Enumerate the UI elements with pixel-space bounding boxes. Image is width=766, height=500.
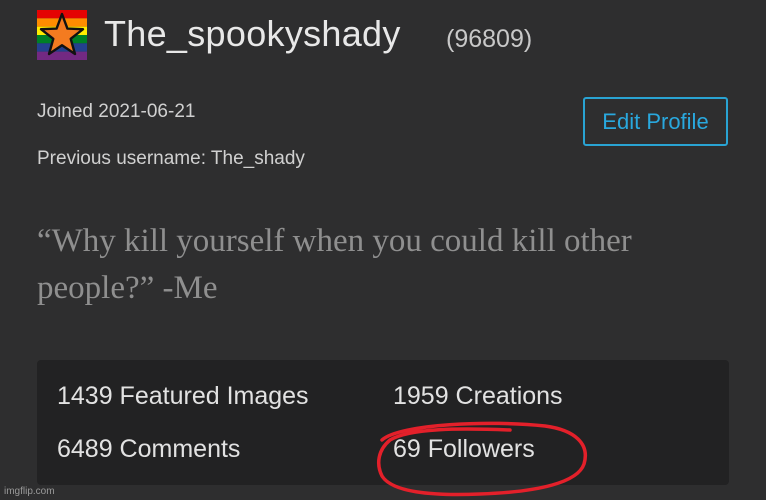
username: The_spookyshady [104,13,401,54]
previous-username: Previous username: The_shady [37,148,305,169]
rainbow-flag-star-icon [37,10,87,60]
joined-date: Joined 2021-06-21 [37,101,196,122]
stat-followers[interactable]: 69 Followers [393,435,535,464]
stats-panel: 1439 Featured Images 1959 Creations 6489… [37,360,729,485]
avatar[interactable] [37,10,87,60]
edit-profile-button[interactable]: Edit Profile [583,97,728,146]
stat-creations[interactable]: 1959 Creations [393,382,563,411]
watermark: imgflip.com [4,486,55,497]
stat-comments[interactable]: 6489 Comments [57,435,240,464]
stat-featured-images[interactable]: 1439 Featured Images [57,382,309,411]
profile-bio: “Why kill yourself when you could kill o… [37,223,632,306]
user-id: (96809) [446,25,533,53]
